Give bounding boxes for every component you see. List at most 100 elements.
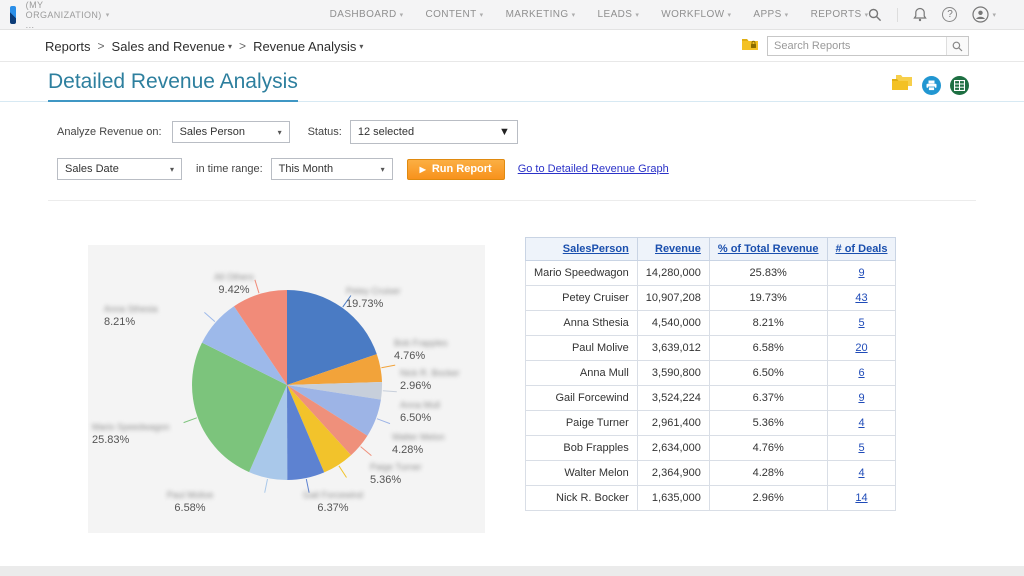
top-icon-group: ? ▾ xyxy=(868,6,996,23)
chevron-down-icon: ▾ xyxy=(635,11,640,19)
folder-icon[interactable] xyxy=(891,74,913,96)
pie-slice-percent: 8.21% xyxy=(104,316,136,328)
cell-revenue: 1,635,000 xyxy=(636,485,710,511)
page-title: Detailed Revenue Analysis xyxy=(48,70,298,102)
dropdown-arrow-icon: ▼ xyxy=(498,126,510,138)
deals-count-link[interactable]: 9 xyxy=(858,267,864,279)
date-field-select[interactable]: Sales Date ▾ xyxy=(57,158,182,180)
pie-slice-name-blurred: Walter Melon xyxy=(392,432,445,442)
analyze-on-label: Analyze Revenue on: xyxy=(57,126,162,138)
search-icon[interactable] xyxy=(868,8,882,22)
analyze-field-value: Sales Person xyxy=(179,126,246,138)
pie-slice-percent: 4.76% xyxy=(394,350,426,362)
table-row: Nick R. Bocker 1,635,000 2.96% 14 xyxy=(525,485,897,511)
pie-slice-percent: 5.36% xyxy=(370,474,402,486)
chevron-down-icon: ▾ xyxy=(105,11,110,19)
filter-row-2: Sales Date ▾ in time range: This Month ▾… xyxy=(57,158,669,180)
pie-slice-percent: 6.50% xyxy=(400,412,432,424)
organization-switcher[interactable]: (MY ORGANIZATION) ... ▾ xyxy=(26,0,110,30)
pie-slice-name-blurred: Paige Turner xyxy=(370,462,422,472)
table-row: Paul Molive 3,639,012 6.58% 20 xyxy=(525,335,897,361)
divider xyxy=(897,7,899,22)
breadcrumb-reports[interactable]: Reports xyxy=(45,39,91,54)
pie-slice-label: Paul Molive 6.58% xyxy=(150,489,230,514)
cell-revenue: 2,961,400 xyxy=(636,410,710,436)
time-range-select[interactable]: This Month ▾ xyxy=(270,158,393,180)
run-report-button[interactable]: ▶ Run Report xyxy=(406,158,505,180)
header-percent-of-total[interactable]: % of Total Revenue xyxy=(708,237,828,261)
nav-item-marketing[interactable]: MARKETING ▾ xyxy=(506,9,576,20)
deals-count-link[interactable]: 4 xyxy=(858,417,864,429)
deals-count-link[interactable]: 43 xyxy=(855,292,867,304)
chevron-down-icon: ▾ xyxy=(727,11,732,19)
help-icon[interactable]: ? xyxy=(942,7,958,22)
nav-item-reports[interactable]: REPORTS ▾ xyxy=(811,9,869,20)
chevron-down-icon: ▾ xyxy=(399,11,404,19)
nav-item-leads[interactable]: LEADS ▾ xyxy=(598,9,640,20)
date-field-value: Sales Date xyxy=(65,163,119,175)
report-search xyxy=(767,36,969,56)
report-search-input[interactable] xyxy=(768,37,946,55)
pie-slice-label: Nick R. Bocker 2.96% xyxy=(400,367,460,392)
chevron-down-icon: ▾ xyxy=(784,11,789,19)
table-row: Anna Sthesia 4,540,000 8.21% 5 xyxy=(525,310,897,336)
pie-slice-label: Gail Forcewind 6.37% xyxy=(293,489,373,514)
app-logo[interactable] xyxy=(10,5,16,24)
status-label: Status: xyxy=(307,126,342,138)
cell-percent: 4.28% xyxy=(708,460,828,486)
breadcrumb-separator: > xyxy=(239,39,247,53)
print-icon[interactable] xyxy=(922,75,941,95)
nav-item-workflow[interactable]: WORKFLOW ▾ xyxy=(661,9,731,20)
cell-revenue: 4,540,000 xyxy=(636,310,710,336)
deals-count-link[interactable]: 5 xyxy=(858,317,864,329)
status-multiselect[interactable]: 12 selected ▼ xyxy=(349,120,518,144)
nav-item-apps[interactable]: APPS ▾ xyxy=(753,9,788,20)
cell-salesperson: Petey Cruiser xyxy=(525,285,638,311)
deals-count-link[interactable]: 6 xyxy=(858,367,864,379)
pie-slice-percent: 9.42% xyxy=(218,284,250,296)
deals-count-link[interactable]: 4 xyxy=(858,467,864,479)
pie-slice-label: Paige Turner 5.36% xyxy=(370,461,422,486)
folder-lock-icon[interactable] xyxy=(741,36,759,56)
pie-slice-percent: 19.73% xyxy=(346,298,384,310)
cell-revenue: 10,907,208 xyxy=(636,285,710,311)
pie-slice-label: Bob Frapples 4.76% xyxy=(394,337,448,362)
pie-slice-name-blurred: Anna Sthesia xyxy=(104,304,158,314)
organization-label: (MY ORGANIZATION) ... xyxy=(25,0,102,30)
revenue-pie-chart: Petey Cruiser 19.73% Bob Frapples 4.76% Ni… xyxy=(88,245,485,533)
breadcrumb-page[interactable]: Revenue Analysis ▾ xyxy=(253,39,363,54)
header-salesperson[interactable]: SalesPerson xyxy=(525,237,638,261)
account-icon[interactable]: ▾ xyxy=(972,6,996,23)
table-row: Walter Melon 2,364,900 4.28% 4 xyxy=(525,460,897,486)
table-row: Anna Mull 3,590,800 6.50% 6 xyxy=(525,360,897,386)
deals-count-link[interactable]: 9 xyxy=(858,392,864,404)
header-num-deals[interactable]: # of Deals xyxy=(826,237,897,261)
nav-item-content[interactable]: CONTENT ▾ xyxy=(426,9,484,20)
time-range-label: in time range: xyxy=(196,163,263,175)
table-row: Paige Turner 2,961,400 5.36% 4 xyxy=(525,410,897,436)
report-search-button[interactable] xyxy=(946,37,968,55)
pie-slice-name-blurred: Gail Forcewind xyxy=(302,490,364,500)
pie-slice-percent: 25.83% xyxy=(92,434,130,446)
report-header: Detailed Revenue Analysis xyxy=(0,70,1024,102)
analyze-field-select[interactable]: Sales Person ▾ xyxy=(171,121,290,143)
notifications-bell-icon[interactable] xyxy=(913,7,928,22)
pie-slice-name-blurred: Mario Speedwagon xyxy=(92,422,170,432)
detailed-revenue-graph-link[interactable]: Go to Detailed Revenue Graph xyxy=(518,163,669,175)
deals-count-link[interactable]: 5 xyxy=(858,442,864,454)
pie-slice-percent: 2.96% xyxy=(400,380,432,392)
pie-slice-percent: 6.37% xyxy=(317,502,349,514)
revenue-table: SalesPerson Revenue % of Total Revenue #… xyxy=(525,237,897,511)
table-header-row: SalesPerson Revenue % of Total Revenue #… xyxy=(525,237,897,261)
breadcrumb-section[interactable]: Sales and Revenue ▾ xyxy=(112,39,233,54)
nav-item-dashboard[interactable]: DASHBOARD ▾ xyxy=(330,9,404,20)
section-divider xyxy=(48,200,976,201)
bottom-strip xyxy=(0,566,1024,576)
deals-count-link[interactable]: 14 xyxy=(855,492,867,504)
cell-percent: 8.21% xyxy=(708,310,828,336)
deals-count-link[interactable]: 20 xyxy=(855,342,867,354)
pie-slice-label: Petey Cruiser 19.73% xyxy=(346,285,401,310)
header-revenue[interactable]: Revenue xyxy=(636,237,710,261)
export-excel-icon[interactable] xyxy=(950,75,969,95)
pie-slice-name-blurred: Paul Molive xyxy=(166,490,214,500)
